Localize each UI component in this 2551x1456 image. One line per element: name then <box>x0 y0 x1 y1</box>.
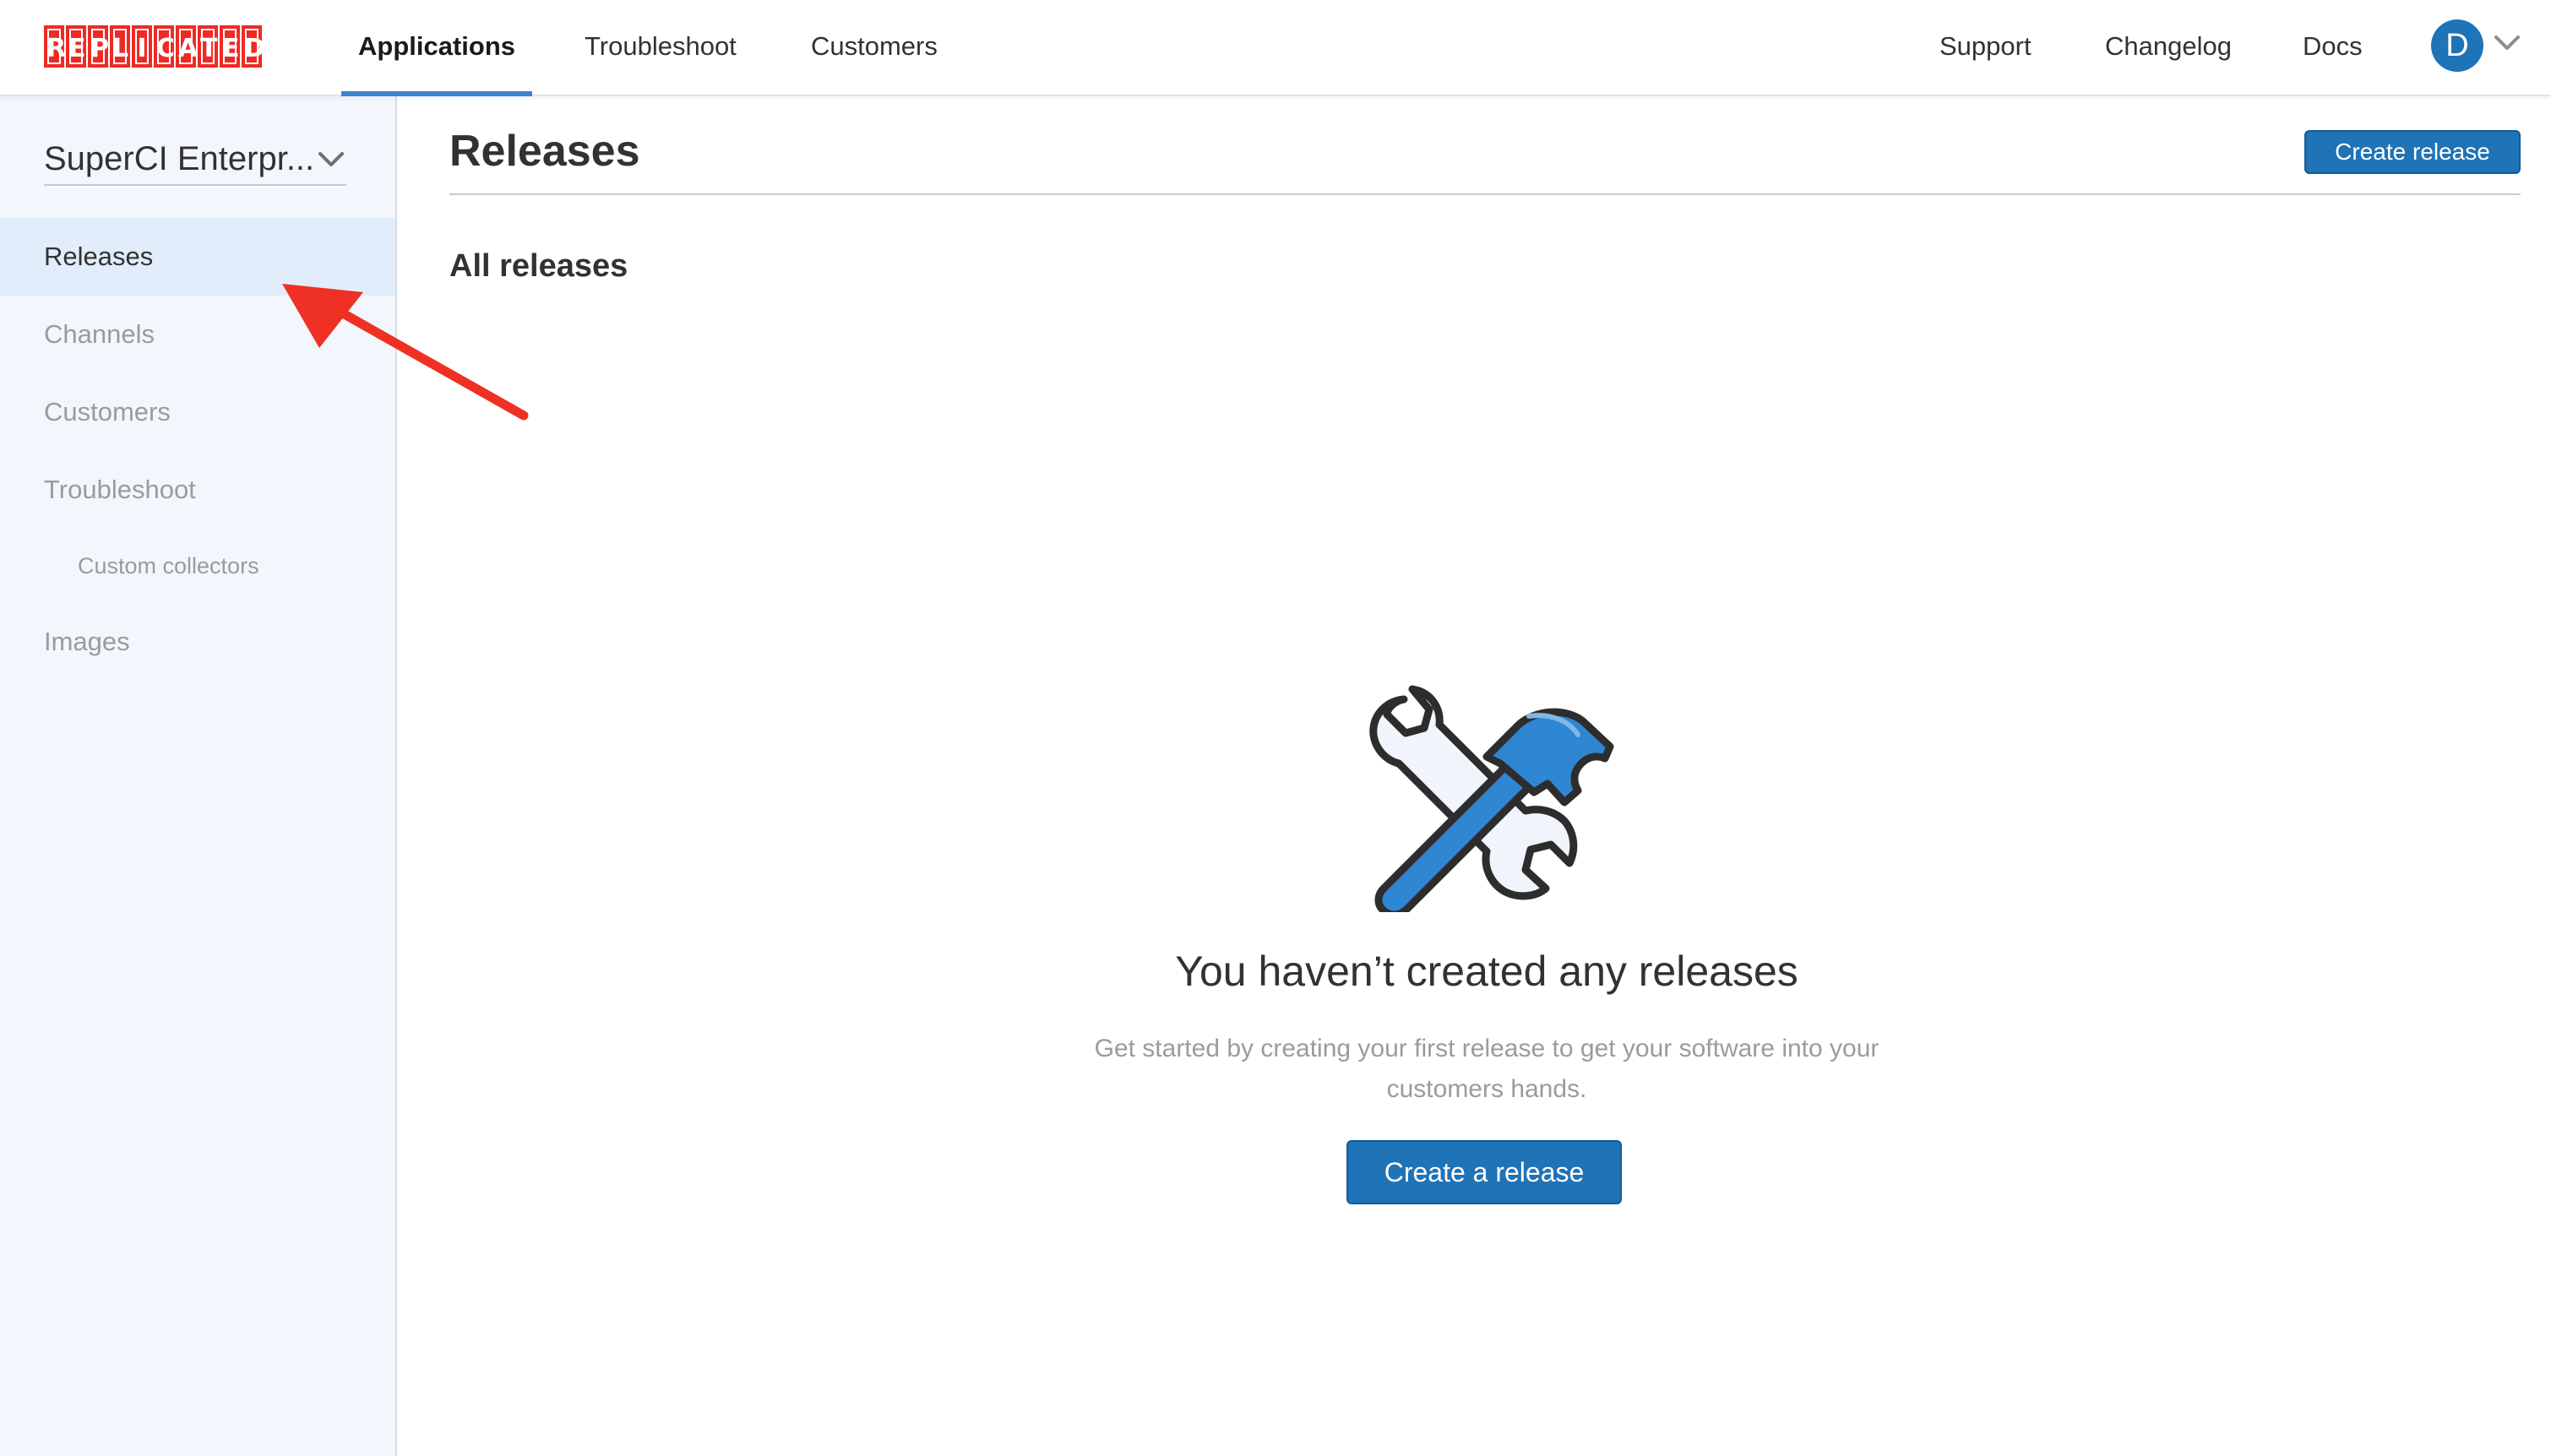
docs-link[interactable]: Docs <box>2303 0 2363 96</box>
logo-letter: L <box>110 25 130 68</box>
sidebar-item-custom-collectors[interactable]: Custom collectors <box>78 549 259 583</box>
create-a-release-button[interactable]: Create a release <box>1346 1140 1622 1204</box>
app-selector-value: SuperCI Enterpr... <box>44 140 315 177</box>
logo-letter: I <box>132 25 152 68</box>
create-release-button[interactable]: Create release <box>2304 130 2521 174</box>
logo-letter: T <box>198 25 218 68</box>
top-navigation-bar: R E P L I C A T E D Applications Trouble… <box>0 0 2551 96</box>
support-link[interactable]: Support <box>1939 0 2032 96</box>
logo-letter: C <box>154 25 175 68</box>
wrench-hammer-icon <box>1369 685 1614 912</box>
user-avatar[interactable]: D <box>2431 19 2483 72</box>
logo-letter: R <box>44 25 66 68</box>
logo-letter: A <box>176 25 198 68</box>
nav-tab-customers[interactable]: Customers <box>794 0 955 96</box>
sidebar-item-images[interactable]: Images <box>0 603 395 681</box>
replicated-logo[interactable]: R E P L I C A T E D <box>44 25 265 68</box>
page-title: Releases <box>449 127 640 176</box>
logo-letter: E <box>66 25 86 68</box>
nav-tab-troubleshoot[interactable]: Troubleshoot <box>568 0 753 96</box>
nav-tab-applications[interactable]: Applications <box>341 0 533 96</box>
changelog-link[interactable]: Changelog <box>2105 0 2232 96</box>
sidebar-item-troubleshoot[interactable]: Troubleshoot <box>0 451 395 529</box>
empty-state-description: Get started by creating your first relea… <box>1094 1035 1879 1103</box>
logo-letter: E <box>220 25 240 68</box>
app-selector[interactable]: SuperCI Enterpr... <box>44 133 346 186</box>
logo-letter: P <box>88 25 109 68</box>
title-divider <box>449 193 2521 195</box>
chevron-down-icon[interactable] <box>2492 30 2522 56</box>
logo-letter: D <box>242 25 265 68</box>
empty-state-title: You haven’t created any releases <box>1175 948 1798 995</box>
chevron-down-icon <box>318 152 344 166</box>
red-arrow-annotation <box>282 284 529 421</box>
